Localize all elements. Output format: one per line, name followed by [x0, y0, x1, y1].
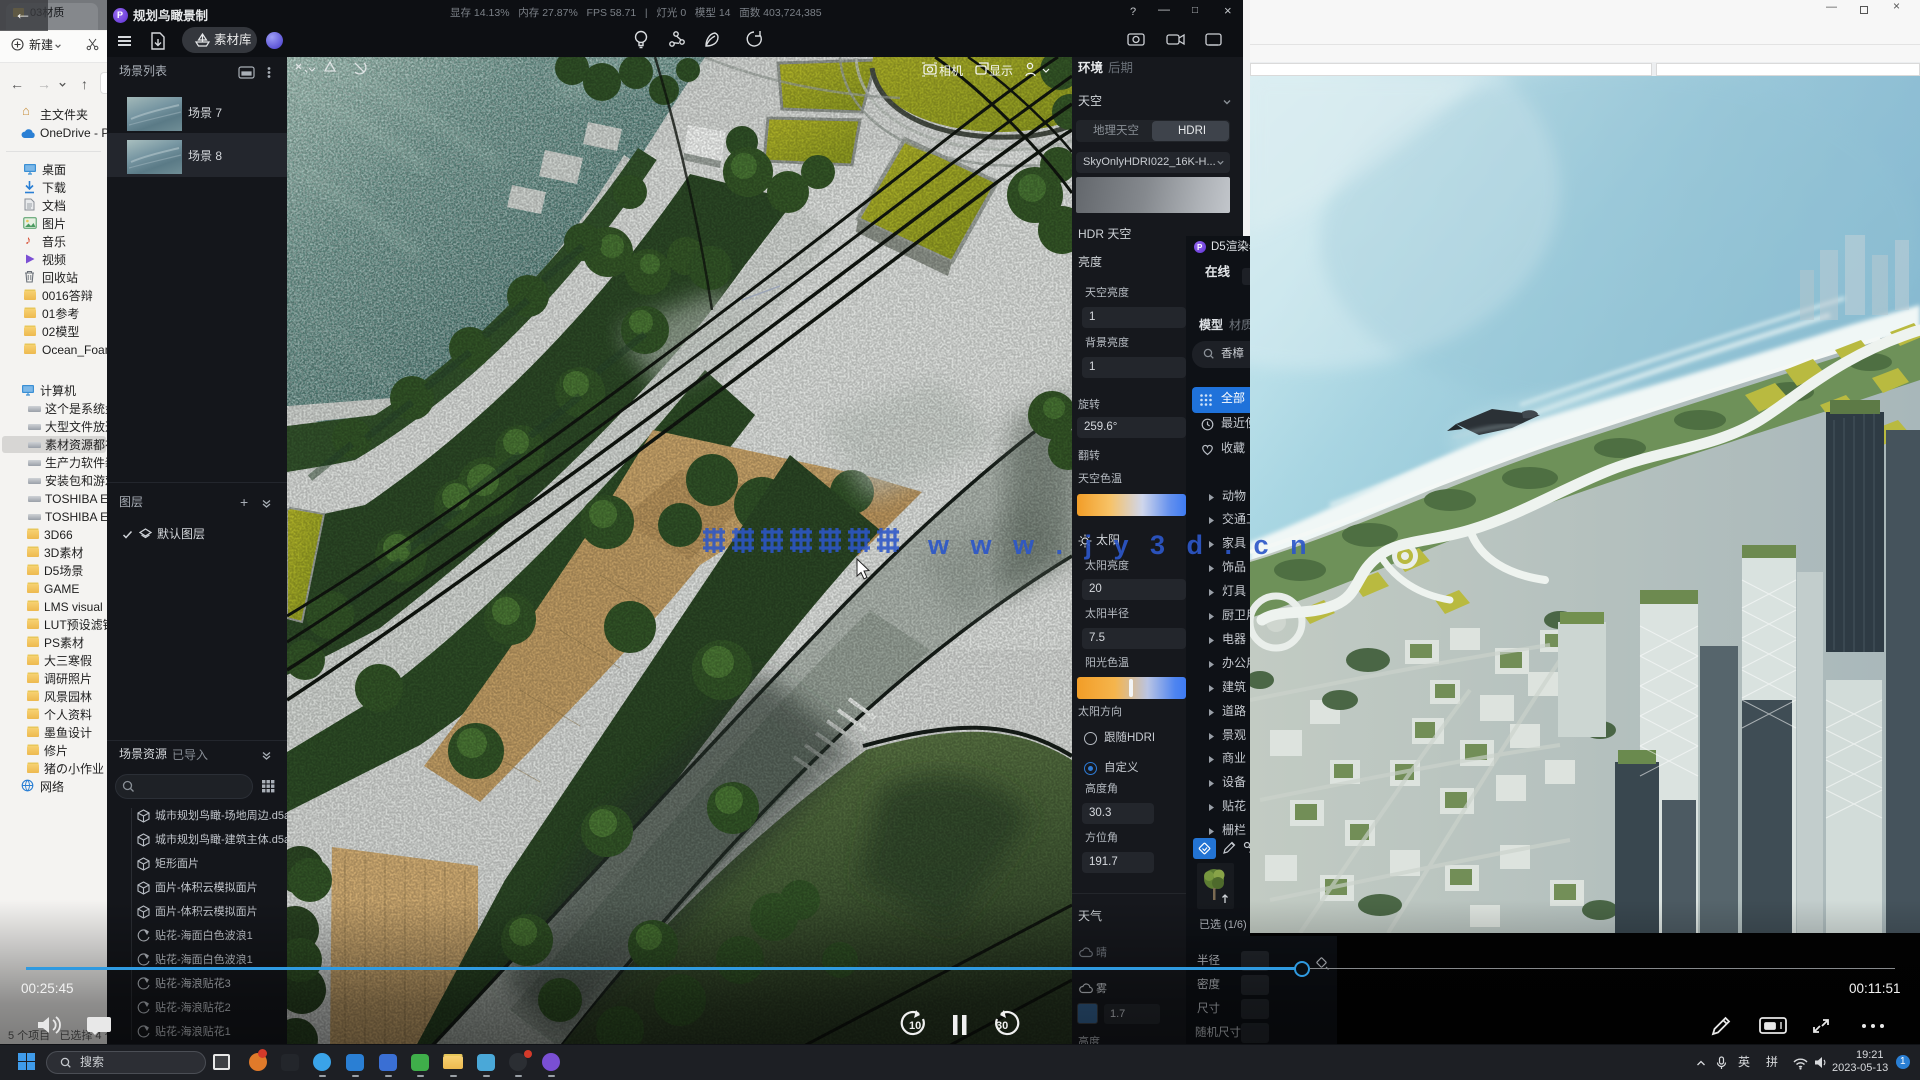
svg-text:30: 30: [996, 1020, 1008, 1032]
svg-text:10: 10: [909, 1020, 921, 1032]
svg-text:相机: 相机: [939, 64, 963, 78]
svg-text:显示: 显示: [989, 64, 1013, 78]
